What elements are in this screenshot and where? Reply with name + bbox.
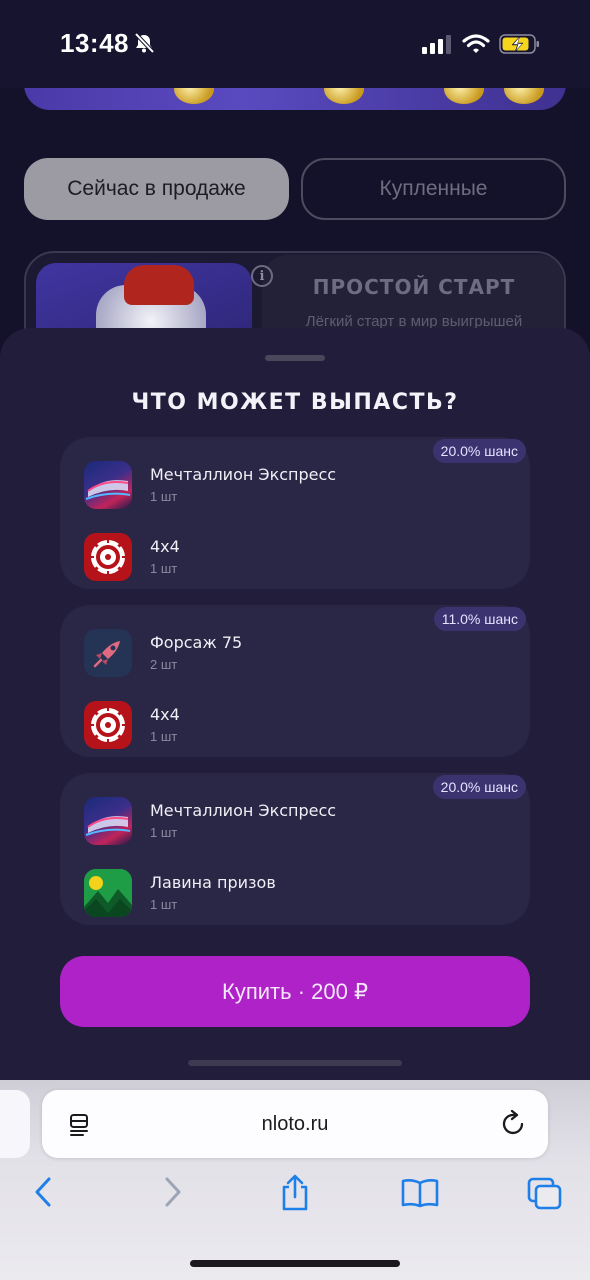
prize-quantity: 1 шт xyxy=(150,897,178,912)
previous-tab-preview[interactable] xyxy=(0,1090,30,1158)
chance-badge: 20.0% шанс xyxy=(432,439,526,463)
prize-item: Лавина призов 1 шт xyxy=(84,869,504,917)
prize-item: Мечталлион Экспресс 1 шт xyxy=(84,797,504,845)
sheet-bottom-handle xyxy=(188,1060,402,1066)
wheel-icon xyxy=(84,701,132,749)
prize-item: Форсаж 75 2 шт xyxy=(84,629,504,677)
prize-group: 20.0% шанс Мечталлион Экспресс 1 шт xyxy=(60,773,530,925)
prize-item: 4x4 1 шт xyxy=(84,533,504,581)
tabs-icon[interactable] xyxy=(526,1176,564,1212)
wifi-icon xyxy=(462,34,490,53)
browser-toolbar: nloto.ru xyxy=(0,1080,590,1280)
prize-quantity: 1 шт xyxy=(150,489,178,504)
chance-badge: 11.0% шанс xyxy=(433,607,526,631)
share-icon[interactable] xyxy=(279,1174,311,1212)
prize-name: Форсаж 75 xyxy=(150,633,243,652)
sheet-title: ЧТО МОЖЕТ ВЫПАСТЬ? xyxy=(131,390,459,415)
prize-quantity: 1 шт xyxy=(150,729,178,744)
prize-group: 11.0% шанс Форсаж 75 2 шт 4x4 1 шт xyxy=(60,605,530,757)
prize-name: 4x4 xyxy=(150,537,180,556)
info-icon[interactable]: i xyxy=(251,265,273,287)
reload-icon[interactable] xyxy=(501,1110,527,1138)
ticket-card-title: ПРОСТОЙ СТАРТ xyxy=(312,275,516,299)
url-text: nloto.ru xyxy=(261,1112,329,1135)
sheet-grabber[interactable] xyxy=(265,355,325,361)
status-time: 13:48 xyxy=(60,28,129,58)
tab-on-sale[interactable]: Сейчас в продаже xyxy=(24,158,289,220)
santa-hat-image xyxy=(124,265,194,305)
prize-name: Лавина призов xyxy=(150,873,276,892)
express-train-icon xyxy=(84,461,132,509)
prize-quantity: 1 шт xyxy=(150,561,178,576)
prize-item: Мечталлион Экспресс 1 шт xyxy=(84,461,504,509)
prizes-bottom-sheet: ЧТО МОЖЕТ ВЫПАСТЬ? 20.0% шанс Мечталлион… xyxy=(0,328,590,1080)
prize-quantity: 2 шт xyxy=(150,657,178,672)
back-icon[interactable] xyxy=(32,1176,54,1208)
express-train-icon xyxy=(84,797,132,845)
wheel-icon xyxy=(84,533,132,581)
cellular-signal-icon xyxy=(422,35,451,54)
home-indicator xyxy=(190,1260,400,1267)
battery-charging-icon xyxy=(499,34,539,54)
chance-badge: 20.0% шанс xyxy=(432,775,526,799)
prize-name: 4x4 xyxy=(150,705,180,724)
prize-name: Мечталлион Экспресс xyxy=(150,801,337,820)
rocket-icon xyxy=(84,629,132,677)
prize-group: 20.0% шанс Мечталлион Экспресс 1 шт xyxy=(60,437,530,589)
address-bar[interactable]: nloto.ru xyxy=(42,1090,548,1158)
forward-icon[interactable] xyxy=(162,1176,184,1208)
bell-off-icon xyxy=(134,32,155,54)
bookmarks-icon[interactable] xyxy=(400,1178,440,1208)
buy-button[interactable]: Купить · 200 ₽ xyxy=(60,956,530,1027)
mountain-sun-icon xyxy=(84,869,132,917)
prize-item: 4x4 1 шт xyxy=(84,701,504,749)
prize-quantity: 1 шт xyxy=(150,825,178,840)
tab-purchased[interactable]: Купленные xyxy=(301,158,566,220)
status-bar: 13:48 xyxy=(0,0,590,88)
prize-name: Мечталлион Экспресс xyxy=(150,465,337,484)
